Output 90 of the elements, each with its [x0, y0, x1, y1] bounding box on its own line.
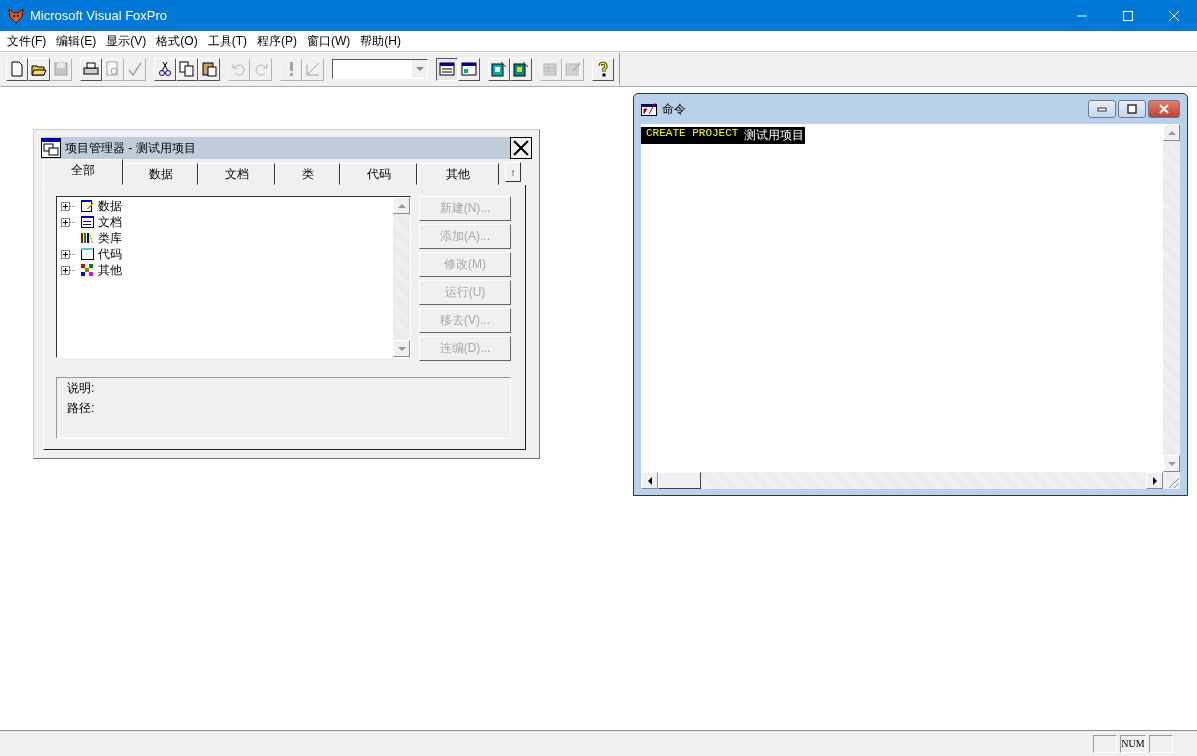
paste-button[interactable] — [198, 57, 220, 81]
tree-label: 类库 — [98, 229, 122, 247]
window-title: 项目管理器 - 测试用项目 — [65, 139, 197, 157]
scrollbar[interactable] — [393, 197, 410, 357]
status-panel: NUM — [1120, 734, 1146, 753]
copy-icon — [179, 61, 195, 77]
database-icon — [80, 199, 94, 213]
printer-button[interactable] — [80, 57, 102, 81]
scroll-right-button[interactable] — [1146, 472, 1163, 489]
expand-icon[interactable] — [61, 265, 77, 275]
data-grid-icon — [543, 61, 559, 77]
tree-label: 文档 — [98, 213, 122, 231]
menu-item[interactable]: 显示(V) — [101, 32, 152, 50]
print-preview-icon — [105, 61, 121, 77]
fox-logo-icon — [8, 7, 24, 24]
exclamation-icon — [289, 62, 293, 76]
menu-item[interactable]: 工具(T) — [202, 32, 252, 50]
tab[interactable]: 代码 — [340, 163, 417, 185]
new-file-button[interactable] — [6, 57, 28, 81]
scissors-button[interactable] — [154, 57, 176, 81]
tab[interactable]: 全部 — [43, 159, 123, 185]
form-window-button[interactable] — [458, 57, 480, 81]
command-icon — [641, 102, 657, 116]
paste-icon — [201, 61, 217, 77]
tree-label: 代码 — [98, 245, 122, 263]
minimize-icon — [1097, 106, 1107, 112]
scissors-icon — [157, 61, 173, 77]
tree-item[interactable]: 文档 — [57, 214, 393, 230]
table-window-icon — [439, 61, 455, 77]
new-file-icon — [9, 61, 25, 77]
spell-check-icon — [127, 61, 143, 77]
close-button[interactable] — [510, 137, 532, 159]
tab[interactable]: 其他 — [417, 163, 499, 185]
document-icon — [80, 215, 94, 229]
tree-label: 数据 — [98, 197, 122, 215]
window-icon — [41, 138, 61, 158]
tree-item[interactable]: 数据 — [57, 198, 393, 214]
table-window-button[interactable] — [436, 57, 458, 81]
menu-item[interactable]: 文件(F) — [2, 32, 52, 50]
maximize-icon — [1123, 10, 1133, 21]
tree-label: 其他 — [98, 261, 122, 279]
restore-icon — [1127, 104, 1137, 114]
scroll-left-button[interactable] — [641, 472, 658, 489]
window-title: Microsoft Visual FoxPro — [30, 8, 169, 23]
scroll-thumb[interactable] — [658, 472, 701, 489]
expand-icon[interactable] — [61, 249, 77, 259]
menu-item[interactable]: 程序(P) — [252, 32, 302, 50]
printer-icon — [83, 61, 99, 77]
close-icon — [1159, 104, 1169, 114]
undo-icon — [231, 61, 247, 77]
tree-item[interactable]: 类库 — [57, 230, 393, 246]
scroll-up-button[interactable] — [1163, 124, 1180, 141]
menu-item[interactable]: 帮助(H) — [355, 32, 406, 50]
triangle-down-icon — [414, 64, 425, 74]
restore-button[interactable] — [1118, 100, 1146, 118]
menu-item[interactable]: 窗口(W) — [302, 32, 356, 50]
menu-item[interactable]: 格式(O) — [151, 32, 203, 50]
form-window-icon — [461, 61, 477, 77]
dropdown-field[interactable] — [332, 59, 428, 79]
question-mark-button[interactable] — [592, 57, 614, 81]
window-title: 命令 — [662, 100, 687, 118]
tab[interactable]: 数据 — [123, 163, 198, 185]
copy-button[interactable] — [176, 57, 198, 81]
info-label: 路径: — [67, 400, 96, 417]
status-panel — [1149, 734, 1173, 753]
expand-icon[interactable] — [61, 217, 77, 227]
close-icon — [1169, 10, 1179, 21]
minimize-button[interactable] — [1088, 100, 1116, 118]
tree-item[interactable]: 其他 — [57, 262, 393, 278]
expand-icon[interactable] — [61, 201, 77, 211]
menu-item[interactable]: 编辑(E) — [51, 32, 102, 50]
scroll-up-button[interactable] — [393, 197, 410, 214]
scroll-down-button[interactable] — [393, 340, 410, 357]
window-icon — [80, 247, 94, 261]
horizontal-scrollbar[interactable] — [641, 472, 1180, 489]
tab[interactable]: 类 — [275, 163, 340, 185]
close-icon — [513, 140, 529, 156]
redo-icon — [253, 61, 269, 77]
status-panel — [1093, 734, 1117, 753]
info-label: 说明: — [67, 380, 96, 397]
save-icon — [53, 61, 69, 77]
tab[interactable]: 文档 — [198, 163, 275, 185]
books-icon — [80, 231, 94, 245]
edit-form-icon — [565, 61, 581, 77]
dropdown-button[interactable] — [412, 60, 427, 78]
collapse-button[interactable]: ↑ — [505, 162, 521, 182]
tree-item[interactable]: 代码 — [57, 246, 393, 262]
grid-icon — [80, 263, 94, 277]
scrollbar[interactable] — [1163, 124, 1180, 472]
open-folder-button[interactable] — [28, 57, 50, 81]
